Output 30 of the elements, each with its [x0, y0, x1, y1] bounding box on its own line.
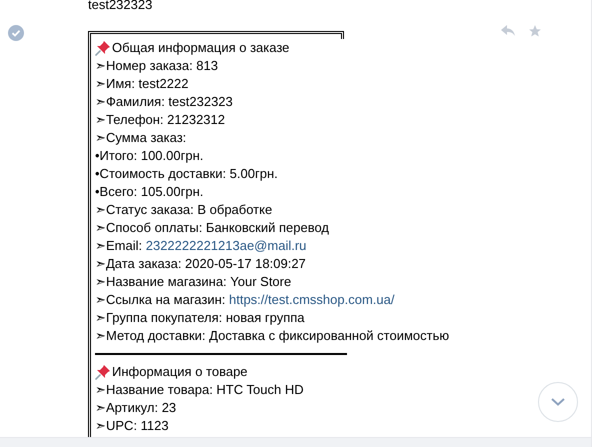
- message-line: ➣Фамилия: test232323: [95, 93, 233, 112]
- message-line: ➣Имя: test2222: [95, 75, 188, 94]
- message-line: ➣Способ оплаты: Банковский перевод: [95, 219, 330, 238]
- message-line: ➣Сумма заказ:: [95, 129, 186, 148]
- section-heading: Информация о товаре: [112, 363, 248, 382]
- message-line: ➣Артикул: 23: [95, 399, 176, 418]
- star-icon[interactable]: [528, 24, 542, 38]
- message-line: ➣Метод доставки: Доставка с фиксированной стоимостью: [95, 327, 450, 346]
- message-line: ➣UPC: 1123: [95, 417, 169, 436]
- message-line: ➣Номер заказа: 813: [95, 57, 218, 76]
- pin-icon: [95, 364, 111, 380]
- chevron-down-icon: [551, 398, 565, 406]
- message-line: ➣Название товара: HTC Touch HD: [95, 381, 304, 400]
- link[interactable]: 2322222221213ae@mail.ru: [146, 238, 306, 254]
- message-line: ➣Название магазина: Your Store: [95, 273, 292, 292]
- message-line: ➣Дата заказа: 2020-05-17 18:09:27: [95, 255, 306, 274]
- section-heading: Общая информация о заказе: [112, 39, 290, 58]
- message-line: •Стоимость доставки: 5.00грн.: [95, 165, 278, 184]
- message-line: •Всего: 105.00грн.: [95, 183, 204, 202]
- message-line: ➣Телефон: 21232312: [95, 111, 225, 130]
- reply-icon[interactable]: [500, 24, 516, 38]
- message-line: ➣Ссылка на магазин: https://test.cmsshop.com.ua/: [95, 291, 394, 310]
- message-line: •Итого: 100.00грн.: [95, 147, 204, 166]
- link[interactable]: https://test.cmsshop.com.ua/: [229, 292, 394, 308]
- message-text: test232323: [88, 0, 152, 12]
- scroll-down-button[interactable]: [538, 382, 578, 422]
- message-line: ➣Статус заказа: В обработке: [95, 201, 272, 220]
- pin-icon: [95, 40, 111, 56]
- message-line: ➣Группа покупателя: новая группа: [95, 309, 305, 328]
- message-line: ➣Email: 2322222221213ae@mail.ru: [95, 237, 306, 256]
